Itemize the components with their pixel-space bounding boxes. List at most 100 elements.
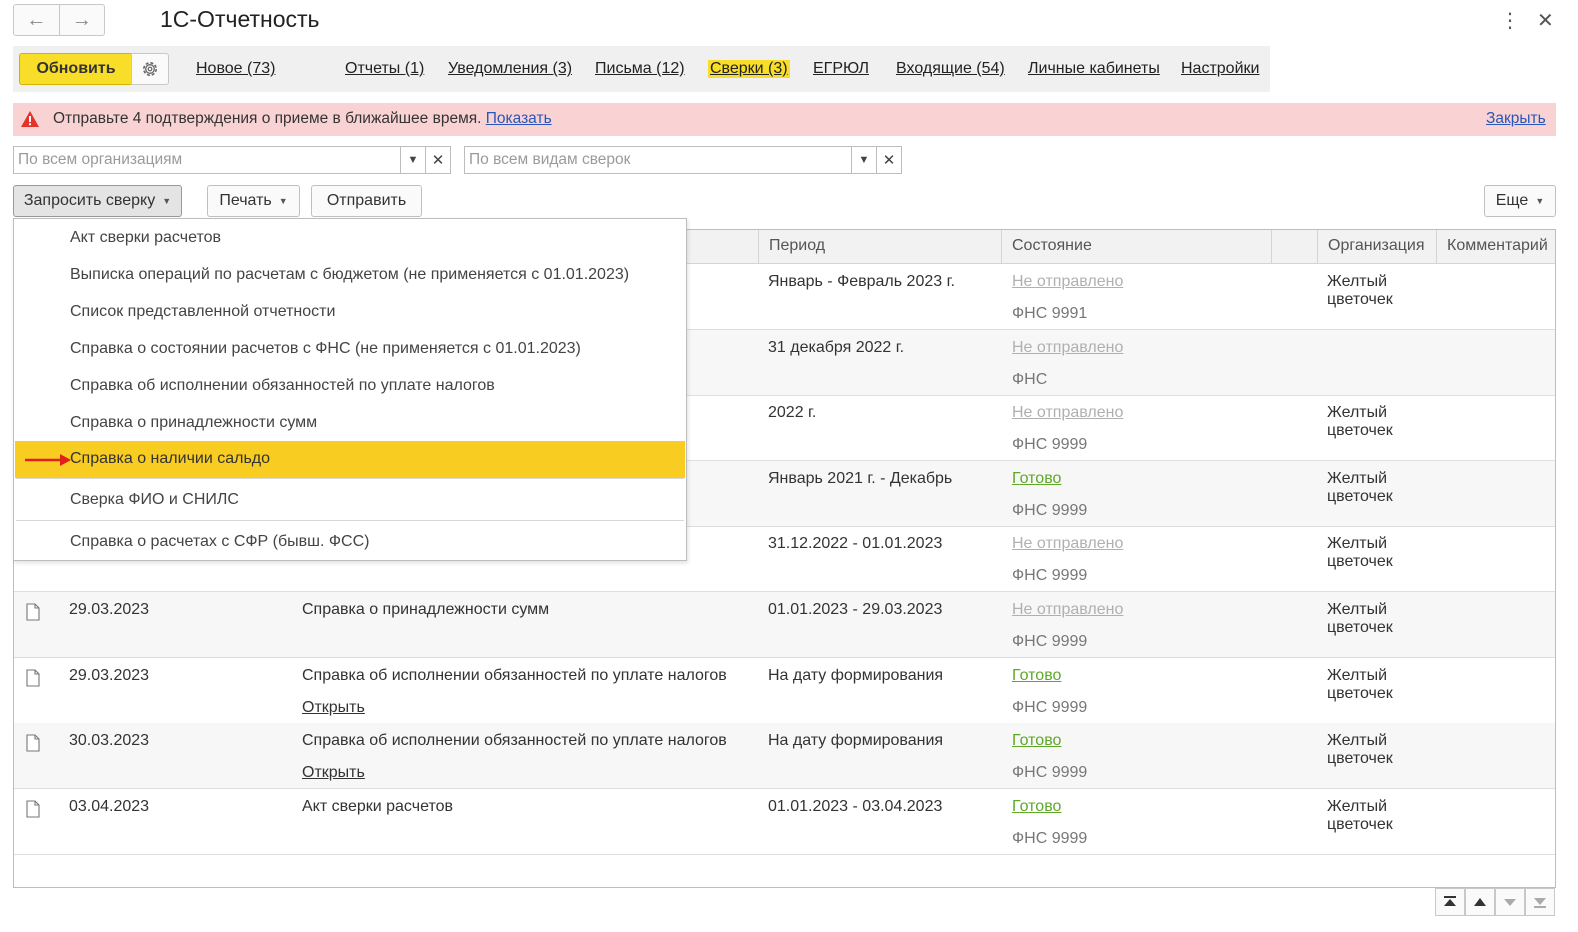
row-tax-office: ФНС 9999	[1012, 436, 1088, 454]
column-comment[interactable]: Комментарий	[1436, 230, 1555, 264]
tab-egrul[interactable]: ЕГРЮЛ	[813, 60, 869, 78]
gear-icon	[143, 62, 157, 76]
table-row[interactable]: 29.03.2023 Справка о принадлежности сумм 0…	[14, 592, 1555, 658]
chevron-down-icon: ▼	[278, 196, 288, 206]
tab-notifications[interactable]: Уведомления (3)	[448, 60, 572, 78]
menu-item[interactable]: Сверка ФИО и СНИЛС	[15, 482, 685, 519]
open-link[interactable]: Открыть	[302, 699, 365, 717]
send-button[interactable]: Отправить	[311, 185, 422, 217]
table-row[interactable]: 29.03.2023 Справка об исполнении обязанно…	[14, 658, 1555, 724]
menu-item[interactable]: Акт сверки расчетов	[15, 220, 685, 257]
show-link[interactable]: Показать	[486, 110, 552, 127]
navigation-buttons: ← →	[13, 4, 105, 36]
clear-icon[interactable]: ✕	[876, 147, 901, 173]
warning-icon	[21, 111, 39, 127]
reconciliation-type-filter-value: По всем видам сверок	[469, 151, 631, 168]
menu-item[interactable]: Справка о расчетах с СФР (бывш. ФСС)	[15, 524, 685, 561]
row-organization: Желтый цветочек	[1327, 273, 1393, 308]
row-status-link[interactable]: Не отправлено	[1012, 339, 1123, 357]
column-period[interactable]: Период	[758, 230, 835, 264]
row-period: На дату формирования	[768, 732, 944, 750]
tab-settings[interactable]: Настройки	[1181, 60, 1259, 78]
organization-filter-value: По всем организациям	[18, 151, 183, 168]
row-name: Справка об исполнении обязанностей по уп…	[302, 732, 727, 750]
table-row[interactable]: 30.03.2023 Справка об исполнении обязанно…	[14, 723, 1555, 790]
menu-item[interactable]: Справка о наличии сальдо	[15, 441, 685, 478]
red-arrow-icon	[25, 454, 71, 466]
arrow-left-icon: ←	[26, 8, 47, 31]
down-icon	[1504, 899, 1516, 906]
row-organization: Желтый цветочек	[1327, 404, 1393, 440]
row-tax-office: ФНС 9999	[1012, 829, 1088, 847]
row-status-link[interactable]: Готово	[1012, 732, 1061, 750]
column-empty[interactable]	[1271, 230, 1317, 264]
row-tax-office: ФНС	[1012, 370, 1048, 388]
menu-item[interactable]: Выписка операций по расчетам с бюджетом …	[15, 257, 685, 294]
menu-item[interactable]: Справка о состоянии расчетов с ФНС (не п…	[15, 331, 685, 368]
reconciliation-type-filter[interactable]: По всем видам сверок ▼ ✕	[464, 146, 902, 174]
row-period: 31 декабря 2022 г.	[768, 338, 905, 356]
row-status-link[interactable]: Не отправлено	[1012, 404, 1123, 422]
column-status[interactable]: Состояние	[1001, 230, 1271, 264]
row-status-link[interactable]: Не отправлено	[1012, 273, 1123, 291]
request-reconciliation-button[interactable]: Запросить сверку ▼	[13, 185, 182, 217]
last-page-button[interactable]	[1525, 888, 1555, 916]
row-tax-office: ФНС 9999	[1012, 567, 1088, 585]
tab-new[interactable]: Новое (73)	[196, 60, 275, 78]
row-status-link[interactable]: Не отправлено	[1012, 601, 1123, 619]
menu-separator	[16, 478, 684, 479]
chevron-down-icon[interactable]: ▼	[851, 147, 876, 173]
document-icon	[26, 734, 40, 752]
page-up-button[interactable]	[1465, 888, 1495, 916]
more-button[interactable]: Еще ▼	[1484, 185, 1556, 217]
tab-letters[interactable]: Письма (12)	[595, 60, 685, 78]
tab-personal-accounts[interactable]: Личные кабинеты	[1028, 60, 1160, 78]
close-icon[interactable]: ✕	[1537, 8, 1554, 33]
tab-reconciliations[interactable]: Сверки (3)	[708, 60, 790, 78]
row-period: Январь 2021 г. - Декабрь	[768, 469, 953, 487]
print-label: Печать	[219, 192, 272, 209]
row-tax-office: ФНС 9999	[1012, 633, 1088, 650]
close-alert-link[interactable]: Закрыть	[1486, 110, 1546, 128]
page-down-button[interactable]	[1495, 888, 1525, 916]
document-icon	[26, 800, 40, 818]
row-period: Январь - Февраль 2023 г.	[768, 273, 955, 290]
double-up-icon	[1444, 896, 1456, 906]
row-organization: Желтый цветочек	[1327, 732, 1393, 768]
open-link[interactable]: Открыть	[302, 764, 365, 782]
tab-reports[interactable]: Отчеты (1)	[345, 60, 424, 78]
window-title: 1С-Отчетность	[160, 6, 320, 32]
row-status-link[interactable]: Готово	[1012, 470, 1061, 488]
menu-item[interactable]: Справка об исполнении обязанностей по уп…	[15, 368, 685, 405]
column-organization[interactable]: Организация	[1317, 230, 1435, 264]
row-period: 01.01.2023 - 03.04.2023	[768, 797, 943, 815]
row-organization: Желтый цветочек	[1327, 797, 1393, 833]
row-period: 2022 г.	[768, 404, 817, 422]
more-vertical-icon[interactable]: ⋮	[1500, 8, 1520, 33]
row-name: Справка об исполнении обязанностей по уп…	[302, 666, 727, 684]
first-page-button[interactable]	[1435, 888, 1465, 916]
back-button[interactable]: ←	[14, 5, 60, 35]
row-tax-office: ФНС 9999	[1012, 698, 1088, 716]
settings-button[interactable]	[131, 53, 169, 85]
chevron-down-icon[interactable]: ▼	[400, 147, 425, 173]
document-icon	[26, 669, 40, 687]
row-organization: Желтый цветочек	[1327, 535, 1393, 571]
row-status-link[interactable]: Не отправлено	[1012, 535, 1123, 553]
row-tax-office: ФНС 9999	[1012, 501, 1088, 519]
menu-item[interactable]: Список представленной отчетности	[15, 294, 685, 331]
print-button[interactable]: Печать ▼	[207, 185, 300, 217]
chevron-down-icon: ▼	[162, 196, 172, 206]
organization-filter[interactable]: По всем организациям ▼ ✕	[13, 146, 451, 174]
tab-incoming[interactable]: Входящие (54)	[896, 60, 1005, 78]
row-date: 29.03.2023	[69, 666, 150, 684]
refresh-button[interactable]: Обновить	[19, 53, 133, 85]
forward-button[interactable]: →	[60, 5, 105, 35]
menu-item[interactable]: Справка о принадлежности сумм	[15, 405, 685, 442]
clear-icon[interactable]: ✕	[425, 147, 450, 173]
chevron-down-icon: ▼	[1535, 196, 1545, 206]
row-organization: Желтый цветочек	[1327, 469, 1393, 505]
table-row[interactable]: 03.04.2023 Акт сверки расчетов 01.01.2023 …	[14, 789, 1555, 855]
row-status-link[interactable]: Готово	[1012, 667, 1061, 685]
row-status-link[interactable]: Готово	[1012, 798, 1061, 816]
